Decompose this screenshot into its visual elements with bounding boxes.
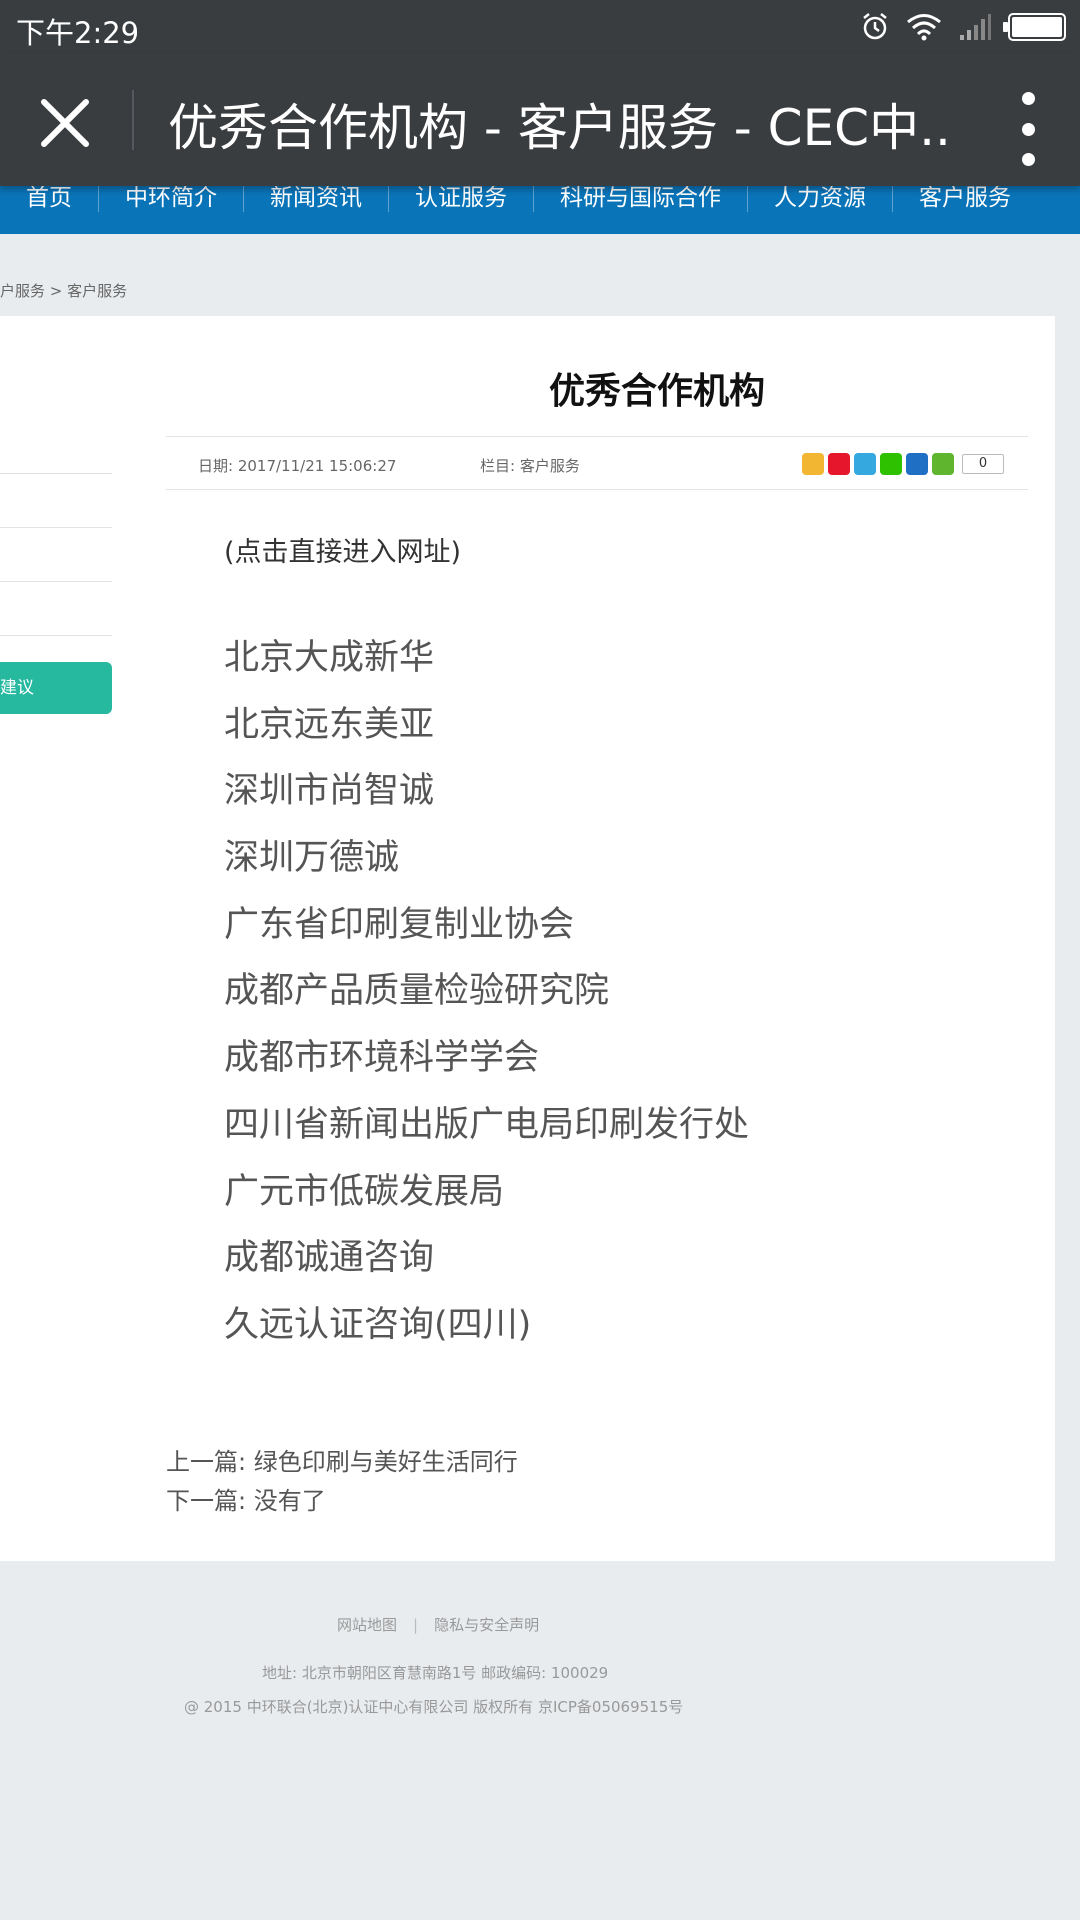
close-icon[interactable] [36,94,94,152]
side-menu-item[interactable] [0,528,112,582]
side-menu-item[interactable] [0,420,112,474]
org-link[interactable]: 广东省印刷复制业协会 [224,892,1028,959]
nav-item-news[interactable]: 新闻资讯 [244,184,389,212]
org-link[interactable]: 成都市环境科学学会 [224,1025,1028,1092]
weibo-icon[interactable] [828,453,850,475]
site-nav: 首页 中环简介 新闻资讯 认证服务 科研与国际合作 人力资源 客户服务 [0,180,1080,234]
side-menu-item[interactable] [0,582,112,636]
nav-item-hr[interactable]: 人力资源 [748,184,893,212]
article-date: 日期: 2017/11/21 15:06:27 [198,457,397,475]
nav-item-research[interactable]: 科研与国际合作 [534,184,748,212]
renren-icon[interactable] [906,453,928,475]
org-link[interactable]: 广元市低碳发展局 [224,1159,1028,1226]
org-link[interactable]: 北京大成新华 [224,625,1028,692]
footer-address: 地址: 北京市朝阳区育慧南路1号 邮政编码: 100029 [262,1664,609,1682]
content-card: 建议 优秀合作机构 日期: 2017/11/21 15:06:27 栏目: 客户… [0,316,1055,1561]
article-title: 优秀合作机构 [548,371,765,412]
sitemap-link[interactable]: 网站地图 [337,1616,397,1634]
qzone-icon[interactable] [802,453,824,475]
org-link[interactable]: 久远认证咨询(四川) [224,1292,1028,1359]
article-body: (点击直接进入网址) 北京大成新华 北京远东美亚 深圳市尚智诚 深圳万德诚 广东… [166,530,1028,1359]
signal-icon [960,14,991,40]
browser-toolbar: 优秀合作机构 - 客户服务 - CEC中... [0,54,1080,186]
more-menu-icon[interactable] [1016,92,1040,166]
wifi-icon [907,14,941,41]
toolbar-divider [132,90,134,150]
article-pagination: 上一篇: 绿色印刷与美好生活同行 下一篇: 没有了 [166,1443,1028,1521]
article: 优秀合作机构 日期: 2017/11/21 15:06:27 栏目: 客户服务 … [166,316,1028,1521]
nav-item-about[interactable]: 中环简介 [99,184,244,212]
privacy-link[interactable]: 隐私与安全声明 [434,1616,539,1634]
share-bar: 0 [802,453,1004,475]
next-article-link[interactable]: 下一篇: 没有了 [166,1482,1028,1521]
tqq-icon[interactable] [854,453,876,475]
footer-divider: | [413,1616,419,1634]
org-link[interactable]: 深圳市尚智诚 [224,758,1028,825]
nav-item-certification[interactable]: 认证服务 [389,184,534,212]
wechat-icon[interactable] [880,453,902,475]
footer-links: 网站地图 | 隐私与安全声明 [337,1614,539,1635]
org-link[interactable]: 四川省新闻出版广电局印刷发行处 [224,1092,1028,1159]
prev-article-link[interactable]: 上一篇: 绿色印刷与美好生活同行 [166,1443,1028,1482]
article-column: 栏目: 客户服务 [480,457,580,475]
alarm-icon [863,13,887,40]
org-list: 北京大成新华 北京远东美亚 深圳市尚智诚 深圳万德诚 广东省印刷复制业协会 成都… [224,625,1028,1359]
org-link[interactable]: 成都产品质量检验研究院 [224,958,1028,1025]
status-bar: 下午2:29 [0,0,1080,54]
side-menu-item[interactable] [0,474,112,528]
battery-icon [1003,13,1066,41]
org-link[interactable]: 深圳万德诚 [224,825,1028,892]
suggest-button[interactable]: 建议 [0,662,112,714]
more-share-icon[interactable] [932,453,954,475]
status-icons [860,12,1066,42]
org-link[interactable]: 成都诚通咨询 [224,1225,1028,1292]
breadcrumb: 户服务 > 客户服务 [0,282,128,300]
side-menu [0,420,112,636]
article-meta: 日期: 2017/11/21 15:06:27 栏目: 客户服务 0 [166,436,1028,490]
status-time: 下午2:29 [16,16,140,50]
share-count: 0 [962,454,1004,474]
nav-item-home[interactable]: 首页 [0,184,99,212]
footer-copyright: @ 2015 中环联合(北京)认证中心有限公司 版权所有 京ICP备050695… [184,1698,684,1716]
org-link[interactable]: 北京远东美亚 [224,692,1028,759]
article-hint: (点击直接进入网址) [224,537,462,568]
nav-item-customer-service[interactable]: 客户服务 [893,184,1037,212]
page-title: 优秀合作机构 - 客户服务 - CEC中... [168,99,948,157]
